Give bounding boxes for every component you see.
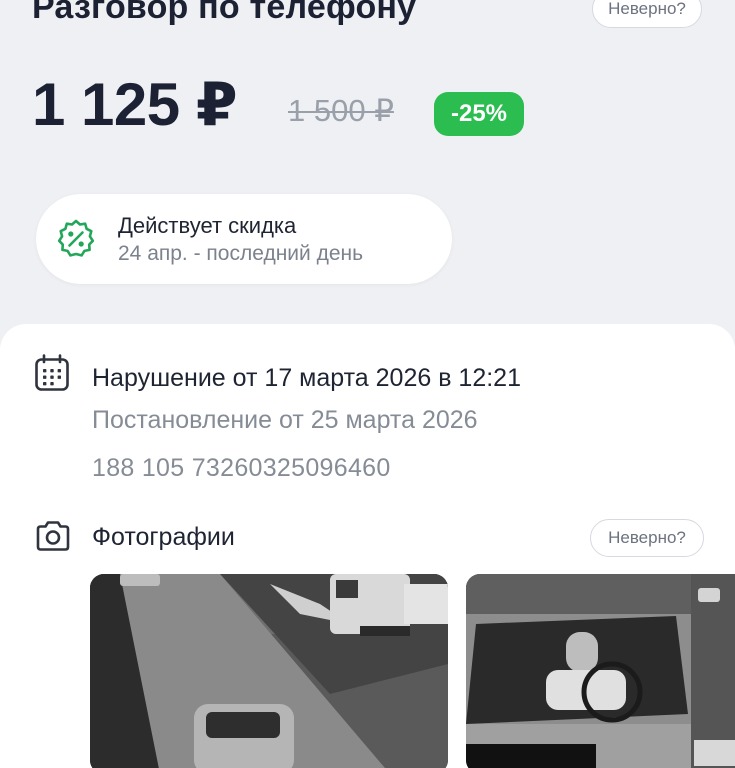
page-title: Разговор по телефону bbox=[32, 0, 417, 26]
price: 1 125 ₽ bbox=[32, 71, 238, 138]
camera-icon bbox=[36, 521, 70, 551]
photos-label: Фотографии bbox=[92, 523, 235, 551]
discount-deadline: 24 апр. - последний день bbox=[118, 242, 364, 265]
old-price: 1 500 ₽ bbox=[288, 93, 394, 128]
discount-icon bbox=[57, 219, 95, 257]
decree-date: Постановление от 25 марта 2026 bbox=[92, 406, 478, 434]
discount-badge: -25% bbox=[434, 92, 524, 136]
driver-photo-image bbox=[466, 574, 735, 768]
report-wrong-photos-button[interactable]: Неверно? bbox=[590, 519, 704, 557]
report-wrong-button[interactable]: Неверно? bbox=[592, 0, 702, 28]
violation-photo-driver[interactable] bbox=[466, 574, 735, 768]
violation-photo-road[interactable] bbox=[90, 574, 448, 768]
fine-uin: 188 105 73260325096460 bbox=[92, 454, 391, 482]
violation-date: Нарушение от 17 марта 2026 в 12:21 bbox=[92, 364, 521, 392]
discount-banner: Действует скидка 24 апр. - последний ден… bbox=[36, 194, 452, 284]
discount-title: Действует скидка bbox=[118, 213, 297, 238]
calendar-icon bbox=[35, 354, 69, 391]
road-photo-image bbox=[90, 574, 448, 768]
